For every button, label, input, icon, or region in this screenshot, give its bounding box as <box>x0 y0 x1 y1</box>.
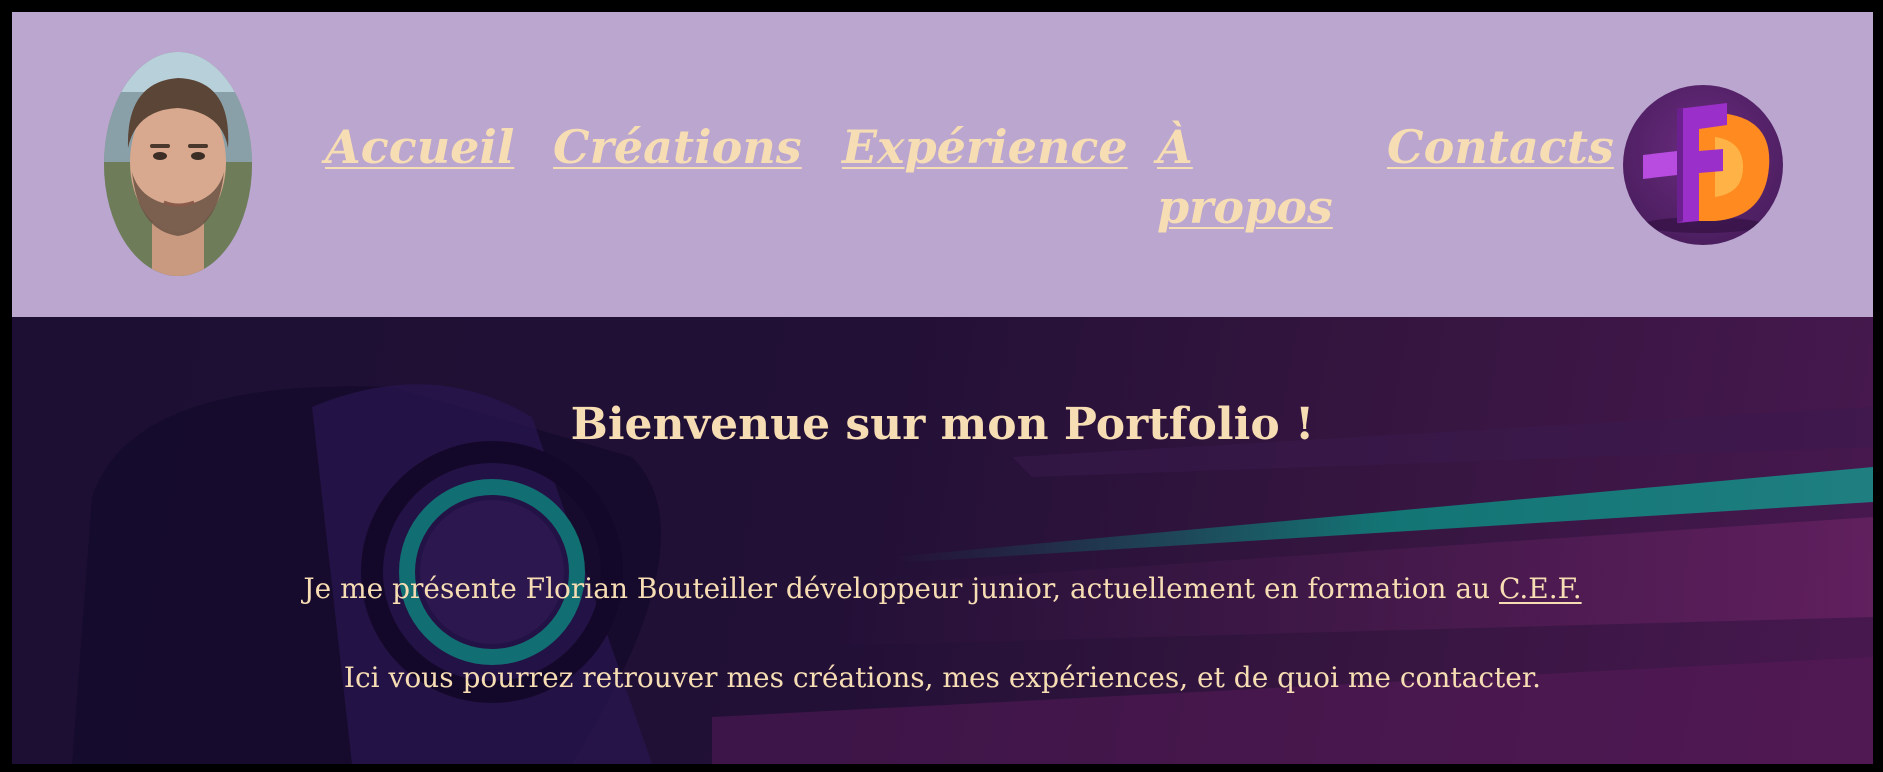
intro-second-line: Ici vous pourrez retrouver mes créations… <box>343 661 1542 694</box>
nav-link-contacts[interactable]: Contacts <box>1387 117 1614 177</box>
nav-link-creations[interactable]: Créations <box>553 117 802 177</box>
profile-photo-icon <box>104 52 252 276</box>
hero-background-art <box>72 384 1873 764</box>
nav-link-accueil[interactable]: Accueil <box>325 117 514 177</box>
cef-link[interactable]: C.E.F. <box>1499 572 1582 605</box>
nav-link-a-propos-line1[interactable]: À <box>1157 117 1193 177</box>
intro-text: Je me présente Florian Bouteiller dévelo… <box>303 572 1499 605</box>
avatar <box>104 52 252 276</box>
nav-link-experience[interactable]: Expérience <box>842 117 1128 177</box>
page-frame: Accueil Créations Expérience À propos Co… <box>12 12 1873 764</box>
hero-title: Bienvenue sur mon Portfolio ! <box>570 399 1315 450</box>
logo-graphic <box>1643 103 1770 233</box>
nav-link-a-propos-line2[interactable]: propos <box>1157 177 1333 237</box>
site-header: Accueil Créations Expérience À propos Co… <box>12 12 1873 317</box>
intro-paragraph: Je me présente Florian Bouteiller dévelo… <box>12 571 1873 607</box>
hero-section: Bienvenue sur mon Portfolio ! Je me prés… <box>12 317 1873 764</box>
fb-monogram-logo-icon[interactable] <box>1623 85 1783 245</box>
